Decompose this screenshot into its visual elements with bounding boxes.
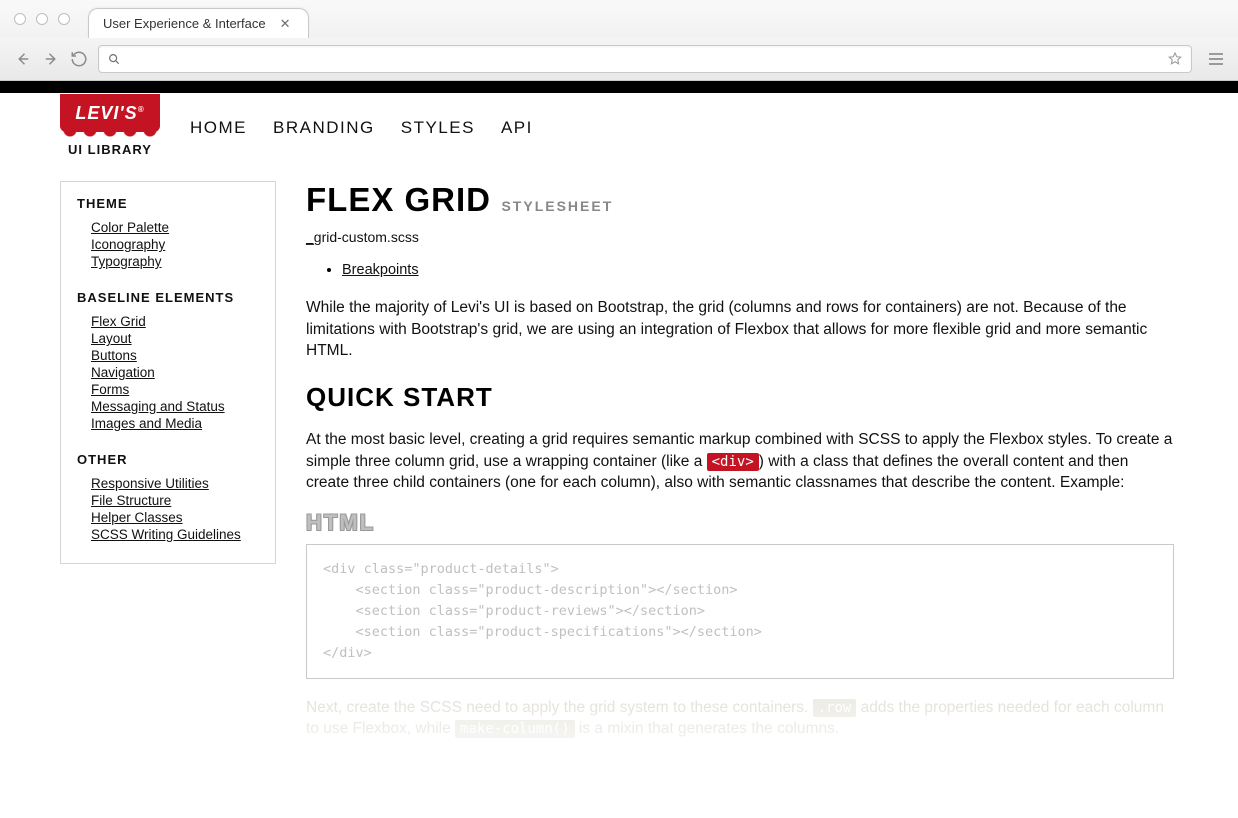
sidebar-group-other: OTHER Responsive Utilities File Structur… (77, 452, 259, 543)
logo-block[interactable]: LEVI'S® UI LIBRARY (60, 94, 160, 157)
main-content: FLEX GRID STYLESHEET _grid-custom.scss B… (306, 181, 1178, 818)
brand-name: LEVI'S® (75, 103, 144, 124)
quick-start-paragraph: At the most basic level, creating a grid… (306, 429, 1174, 494)
sidebar: THEME Color Palette Iconography Typograp… (60, 181, 276, 564)
levis-logo: LEVI'S® (60, 94, 160, 132)
browser-tab-title: User Experience & Interface (103, 16, 266, 31)
content-area: THEME Color Palette Iconography Typograp… (0, 163, 1238, 818)
html-heading: HTML (306, 510, 1174, 536)
sidebar-item-images-media[interactable]: Images and Media (91, 415, 259, 432)
forward-button[interactable] (42, 50, 60, 68)
sidebar-heading: THEME (77, 196, 259, 211)
reload-button[interactable] (70, 50, 88, 68)
address-bar[interactable] (98, 45, 1192, 73)
sidebar-item-forms[interactable]: Forms (91, 381, 259, 398)
expand-window-icon[interactable] (1222, 11, 1224, 28)
sidebar-item-messaging[interactable]: Messaging and Status (91, 398, 259, 415)
title-row: FLEX GRID STYLESHEET (306, 181, 1174, 219)
nav-home[interactable]: HOME (190, 118, 247, 138)
window-controls (14, 13, 88, 25)
quick-start-heading: QUICK START (306, 382, 1174, 413)
sidebar-heading: OTHER (77, 452, 259, 467)
browser-chrome: User Experience & Interface ✕ (0, 0, 1238, 81)
sidebar-item-navigation[interactable]: Navigation (91, 364, 259, 381)
page-title: FLEX GRID (306, 181, 491, 219)
menu-button[interactable] (1208, 52, 1224, 66)
sidebar-item-helper-classes[interactable]: Helper Classes (91, 509, 259, 526)
browser-tabstrip: User Experience & Interface ✕ (0, 0, 1238, 38)
search-icon (107, 52, 121, 66)
sidebar-item-flex-grid[interactable]: Flex Grid (91, 313, 259, 330)
inline-code-make-column: make-column() (455, 720, 575, 738)
code-block[interactable]: <div class="product-details"> <section c… (306, 544, 1174, 679)
sidebar-item-iconography[interactable]: Iconography (91, 236, 259, 253)
nav-api[interactable]: API (501, 118, 533, 138)
window-maximize-button[interactable] (58, 13, 70, 25)
sidebar-heading: BASELINE ELEMENTS (77, 290, 259, 305)
anchor-list: Breakpoints (306, 261, 1174, 279)
inline-code-div: <div> (707, 453, 759, 471)
window-minimize-button[interactable] (36, 13, 48, 25)
anchor-breakpoints[interactable]: Breakpoints (342, 262, 419, 278)
back-button[interactable] (14, 50, 32, 68)
inline-code-row: .row (813, 699, 857, 717)
sidebar-item-responsive-utilities[interactable]: Responsive Utilities (91, 475, 259, 492)
sidebar-group-baseline: BASELINE ELEMENTS Flex Grid Layout Butto… (77, 290, 259, 432)
intro-paragraph: While the majority of Levi's UI is based… (306, 297, 1174, 362)
faded-paragraph: Next, create the SCSS need to apply the … (306, 697, 1174, 740)
page: LEVI'S® UI LIBRARY HOME BRANDING STYLES … (0, 81, 1238, 818)
browser-tab[interactable]: User Experience & Interface ✕ (88, 8, 309, 38)
library-label: UI LIBRARY (68, 142, 152, 157)
sidebar-item-file-structure[interactable]: File Structure (91, 492, 259, 509)
source-filename: _grid-custom.scss (306, 229, 1174, 245)
nav-branding[interactable]: BRANDING (273, 118, 375, 138)
page-subtitle: STYLESHEET (501, 198, 613, 214)
site-header: LEVI'S® UI LIBRARY HOME BRANDING STYLES … (0, 93, 1238, 163)
bookmark-star-icon[interactable] (1167, 51, 1183, 67)
sidebar-item-scss-guidelines[interactable]: SCSS Writing Guidelines (91, 526, 259, 543)
top-black-bar (0, 81, 1238, 93)
window-close-button[interactable] (14, 13, 26, 25)
nav-styles[interactable]: STYLES (401, 118, 475, 138)
sidebar-item-color-palette[interactable]: Color Palette (91, 219, 259, 236)
tab-close-icon[interactable]: ✕ (276, 16, 295, 32)
sidebar-group-theme: THEME Color Palette Iconography Typograp… (77, 196, 259, 270)
sidebar-item-typography[interactable]: Typography (91, 253, 259, 270)
sidebar-item-layout[interactable]: Layout (91, 330, 259, 347)
address-input[interactable] (129, 52, 1159, 67)
browser-toolbar (0, 38, 1238, 80)
primary-nav: HOME BRANDING STYLES API (190, 118, 533, 138)
sidebar-item-buttons[interactable]: Buttons (91, 347, 259, 364)
